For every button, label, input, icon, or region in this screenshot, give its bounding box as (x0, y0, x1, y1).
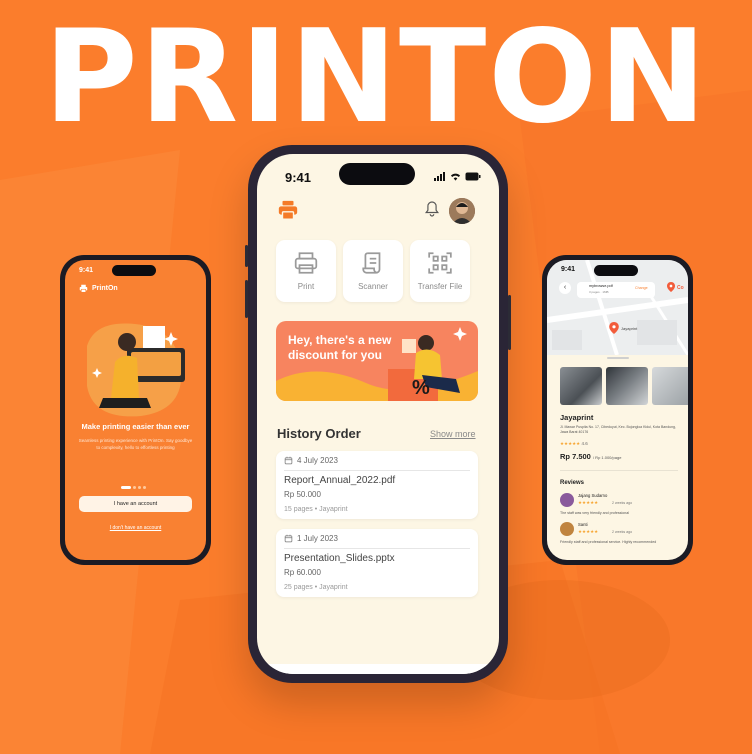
order-date-text: 1 July 2023 (297, 534, 338, 543)
order-card[interactable]: 4 July 2023 Report_Annual_2022.pdf Rp 50… (276, 451, 478, 519)
shop-photo (606, 367, 648, 405)
status-time: 9:41 (561, 266, 576, 273)
printer-icon (79, 284, 88, 293)
onboarding-subtext: Seamless printing experience with PrintO… (78, 438, 193, 450)
review-time: 2 weeks ago (612, 501, 633, 505)
review-stars: ★★★★★ (578, 500, 599, 505)
signal-icon (434, 172, 445, 181)
transfer-file-service-button[interactable]: Transfer File (410, 240, 470, 302)
show-more-link[interactable]: Show more (430, 429, 476, 439)
review-comment: Friendly staff and professional service.… (560, 540, 657, 544)
map-pin-icon-2 (667, 282, 675, 292)
order-price: Rp 50.000 (284, 490, 321, 499)
order-file-name: Presentation_Slides.pptx (284, 553, 395, 564)
order-file-name: Report_Annual_2022.pdf (284, 475, 396, 486)
app-brand: PrintOn (79, 284, 118, 293)
order-meta: 15 pages • Jayaprint (284, 506, 348, 513)
reviewer-avatar (560, 522, 574, 536)
map-pin-label-2: Co (677, 285, 684, 291)
price-unit: / Rp 1.000/page (592, 455, 622, 460)
order-card[interactable]: 1 July 2023 Presentation_Slides.pptx Rp … (276, 529, 478, 597)
divider (560, 470, 678, 471)
side-button (245, 280, 248, 318)
app-name: PrintOn (92, 285, 118, 292)
print-service-button[interactable]: Print (276, 240, 336, 302)
side-button (245, 245, 248, 267)
printer-logo-icon (278, 200, 298, 220)
reviewer-name: Santi (578, 522, 588, 527)
discount-banner[interactable]: Hey, there's a new discount for you % (276, 321, 478, 401)
back-button[interactable]: ‹ (559, 282, 571, 294)
shop-photos (560, 367, 688, 405)
service-label: Scanner (358, 282, 388, 291)
order-date-text: 4 July 2023 (297, 456, 338, 465)
percent-symbol: % (412, 377, 430, 399)
status-time: 9:41 (79, 267, 94, 274)
service-label: Print (297, 282, 315, 291)
scanner-service-button[interactable]: Scanner (343, 240, 403, 302)
wifi-icon (450, 173, 461, 181)
divider (284, 470, 470, 471)
review-stars: ★★★★★ (578, 529, 599, 534)
battery-icon (465, 172, 481, 181)
reviewer-avatar (560, 493, 574, 507)
onboarding-screen: 9:41 PrintOn Make printing easier than e… (65, 260, 206, 560)
dynamic-island (339, 163, 415, 185)
order-price: Rp 60.000 (284, 568, 321, 577)
right-phone: Jayaprint Co 9:41 ‹ mybrowse.pdf 3 pages… (542, 255, 693, 565)
divider (284, 548, 470, 549)
shop-photo (652, 367, 688, 405)
rating-value: 4.6 (581, 441, 588, 446)
order-date: 1 July 2023 (284, 534, 338, 543)
bell-icon[interactable] (425, 200, 439, 218)
banner-text: Hey, there's a new discount for you (288, 333, 392, 362)
onboarding-headline: Make printing easier than ever (81, 422, 190, 431)
service-label: Transfer File (417, 282, 463, 291)
shop-photo (560, 367, 602, 405)
file-name: mybrowse.pdf (589, 284, 613, 288)
history-title: History Order (277, 426, 361, 441)
left-phone: 9:41 PrintOn Make printing easier than e… (60, 255, 211, 565)
file-chip: mybrowse.pdf 3 pages · 1MB Change (577, 282, 655, 298)
shop-name: Jayaprint (560, 413, 594, 422)
qr-scan-icon (428, 252, 452, 274)
map-pin-icon (609, 322, 619, 334)
change-button[interactable]: Change (635, 286, 648, 290)
shop-rating: ★★★★★ 4.6 (560, 441, 588, 447)
scroll-icon (362, 252, 381, 274)
map-pin-label: Jayaprint (621, 326, 638, 331)
reviewer-name: Jajang Sudarno (578, 493, 608, 498)
calendar-icon (284, 534, 293, 543)
file-meta: 3 pages · 1MB (589, 290, 609, 294)
price-value: Rp 7.500 (560, 452, 591, 461)
sheet-handle (607, 357, 629, 359)
reviews-title: Reviews (560, 480, 585, 486)
order-date: 4 July 2023 (284, 456, 338, 465)
shop-detail-screen: Jayaprint Co 9:41 ‹ mybrowse.pdf 3 pages… (547, 260, 688, 560)
user-avatar[interactable] (449, 198, 475, 224)
review-comment: The staff was very friendly and professi… (560, 511, 630, 515)
have-account-button[interactable]: I have an account (79, 496, 192, 512)
rating-stars: ★★★★★ (560, 441, 581, 446)
status-icons (434, 172, 481, 181)
dynamic-island (112, 265, 156, 276)
dynamic-island (594, 265, 638, 276)
order-meta: 25 pages • Jayaprint (284, 584, 348, 591)
avatar-image (449, 198, 475, 224)
status-time: 9:41 (285, 170, 312, 185)
center-phone: 9:41 Print Scanner Transfer File Hey, th… (245, 145, 511, 683)
printer-icon (294, 252, 318, 274)
review-time: 2 weeks ago (612, 530, 633, 534)
brand-title: PRINTON (43, 3, 709, 152)
bottom-bar (257, 664, 499, 674)
no-account-link[interactable]: I don't have an account (65, 525, 206, 531)
page-indicator (121, 486, 146, 489)
side-button (508, 295, 511, 350)
calendar-icon (284, 456, 293, 465)
shop-price: Rp 7.500 / Rp 1.000/page (560, 452, 621, 461)
shop-address: Jl. Mawar Puspita No. 17, Cibeduyut, Kec… (560, 425, 676, 434)
home-screen: 9:41 Print Scanner Transfer File Hey, th… (257, 154, 499, 674)
